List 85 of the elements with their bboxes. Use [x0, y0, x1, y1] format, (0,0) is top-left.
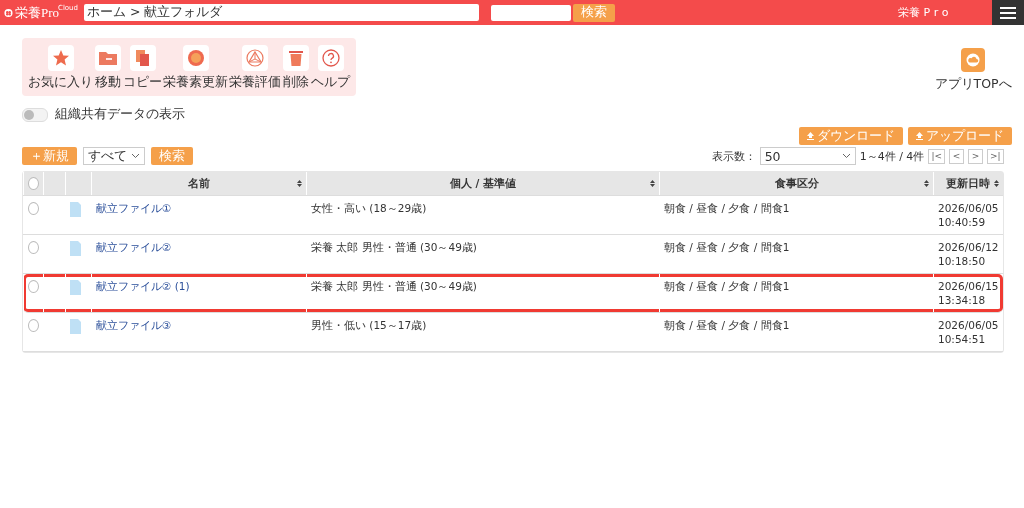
help-tool-button[interactable]	[317, 45, 344, 71]
menu-icon	[1000, 6, 1016, 19]
cloud-icon	[966, 53, 980, 67]
star-icon	[51, 49, 70, 67]
column-header[interactable]: 個人 / 基準値	[449, 176, 517, 191]
select-all-radio[interactable]	[28, 177, 39, 190]
sort-icon[interactable]	[650, 180, 655, 187]
time-cell: 10:40:59	[938, 216, 986, 228]
folder-icon	[98, 50, 118, 66]
time-cell: 10:18:50	[938, 255, 986, 267]
tool-label: ヘルプ	[311, 74, 350, 91]
update-tool-button[interactable]	[182, 45, 209, 71]
person-cell: 男性・低い (15～17歳)	[311, 319, 427, 333]
toggle-switch[interactable]	[22, 107, 48, 122]
tool-label: 移動	[95, 74, 121, 91]
page-nav-button[interactable]: >	[967, 148, 983, 164]
toggle-label: 組織共有データの表示	[55, 106, 185, 123]
search-field[interactable]	[491, 4, 571, 21]
meal-cell: 朝食 / 昼食 / 夕食 / 間食1	[664, 202, 790, 216]
star-tool-button[interactable]	[47, 45, 74, 71]
breadcrumb-field[interactable]: ホーム > 献立フォルダ	[84, 4, 479, 21]
table-row[interactable]: 献立ファイル② (1) 栄養 太郎 男性・普通 (30～49歳) 朝食 / 昼食 / 夕食 / 間食1 2026/06/15 13:34:18	[23, 274, 1003, 313]
tool-label: 栄養素更新	[163, 74, 228, 91]
page-nav-button[interactable]: <	[948, 148, 964, 164]
file-name-link[interactable]: 献立ファイル② (1)	[96, 280, 190, 294]
date-cell: 2026/06/15	[938, 280, 999, 292]
page-nav-button[interactable]: |<	[928, 148, 945, 164]
tool-label: お気に入り	[28, 74, 93, 91]
row-radio[interactable]	[28, 319, 39, 332]
date-cell: 2026/06/12	[938, 241, 999, 253]
user-name: 栄養 P r o	[898, 5, 950, 20]
chevron-icon	[841, 153, 851, 159]
trash-icon	[288, 49, 304, 67]
file-name-link[interactable]: 献立ファイル③	[96, 319, 172, 333]
column-header[interactable]: 更新日時	[946, 176, 991, 191]
upload-arrow-icon	[915, 132, 923, 140]
file-icon	[70, 280, 81, 295]
per-page-label: 表示数：	[711, 148, 756, 164]
meal-cell: 朝食 / 昼食 / 夕食 / 間食1	[664, 280, 790, 294]
date-cell: 2026/06/05	[938, 202, 999, 214]
file-icon	[70, 319, 81, 334]
copy-icon	[134, 49, 151, 67]
sort-icon[interactable]	[993, 180, 999, 187]
tool-label: 削除	[283, 74, 309, 91]
file-icon	[70, 202, 81, 217]
person-cell: 栄養 太郎 男性・普通 (30～49歳)	[311, 280, 477, 294]
triangle-chart-icon	[246, 49, 264, 67]
file-name-link[interactable]: 献立ファイル①	[96, 202, 172, 216]
app-top-button[interactable]	[961, 48, 985, 72]
table-row[interactable]: 献立ファイル② 栄養 太郎 男性・普通 (30～49歳) 朝食 / 昼食 / 夕食 / 間食1 2026/06/12 10:18:50	[23, 235, 1003, 274]
delete-tool-button[interactable]	[283, 45, 309, 71]
menu-button[interactable]	[992, 0, 1024, 25]
page-nav-button[interactable]: >|	[986, 148, 1004, 164]
upload-arrow-icon	[806, 132, 814, 140]
table-row[interactable]: 献立ファイル③ 男性・低い (15～17歳) 朝食 / 昼食 / 夕食 / 間食1 2026/06/05 10:54:51	[23, 313, 1003, 352]
tool-label: コピー	[123, 74, 162, 91]
copy-tool-button[interactable]	[129, 45, 156, 71]
evaluate-tool-button[interactable]	[242, 45, 268, 71]
per-page-select[interactable]: 50	[759, 147, 856, 165]
time-cell: 13:34:18	[938, 294, 986, 306]
row-radio[interactable]	[28, 241, 39, 254]
result-count: 1～4件 / 4件	[859, 148, 925, 164]
file-icon	[70, 241, 81, 256]
row-radio[interactable]	[28, 202, 39, 215]
person-cell: 女性・高い (18～29歳)	[311, 202, 427, 216]
meal-cell: 朝食 / 昼食 / 夕食 / 間食1	[664, 241, 790, 255]
move-tool-button[interactable]	[95, 45, 121, 71]
table-row[interactable]: 献立ファイル① 女性・高い (18～29歳) 朝食 / 昼食 / 夕食 / 間食1 2026/06/05 10:40:59	[23, 196, 1003, 235]
app-top-label: アプリTOPへ	[934, 76, 1012, 93]
row-radio[interactable]	[28, 280, 39, 293]
time-cell: 10:54:51	[938, 333, 986, 345]
person-cell: 栄養 太郎 男性・普通 (30～49歳)	[311, 241, 477, 255]
filter-select[interactable]: すべて	[83, 147, 145, 165]
column-header[interactable]: 名前	[188, 176, 210, 191]
meal-cell: 朝食 / 昼食 / 夕食 / 間食1	[664, 319, 790, 333]
circle-icon	[186, 49, 205, 67]
file-name-link[interactable]: 献立ファイル②	[96, 241, 172, 255]
sort-icon[interactable]	[297, 180, 302, 187]
date-cell: 2026/06/05	[938, 319, 999, 331]
chevron-icon	[131, 153, 140, 159]
logo-text: 栄養Pro	[14, 3, 59, 22]
help-icon	[321, 49, 340, 67]
column-header[interactable]: 食事区分	[774, 176, 819, 191]
tool-label: 栄養評価	[229, 74, 281, 91]
sort-icon[interactable]	[924, 180, 929, 187]
